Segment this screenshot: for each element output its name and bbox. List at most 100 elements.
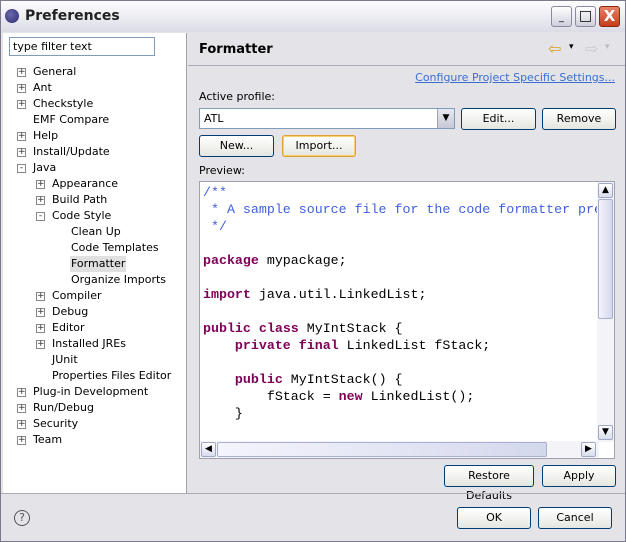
ok-button[interactable]: OK: [457, 507, 531, 529]
code-preview[interactable]: /** * A sample source file for the code …: [199, 181, 615, 459]
tree-item[interactable]: Clean Up: [70, 224, 122, 240]
apply-button[interactable]: Apply: [542, 465, 616, 487]
tree-item[interactable]: General: [32, 64, 77, 80]
tree-item[interactable]: Security: [32, 416, 79, 432]
back-icon[interactable]: ⇦: [548, 39, 561, 58]
profile-select[interactable]: ATL ▼: [199, 108, 455, 129]
tree-item[interactable]: Ant: [32, 80, 53, 96]
tree-item[interactable]: Installed JREs: [51, 336, 127, 352]
code-token: java.util.LinkedList;: [250, 287, 427, 302]
tree-item[interactable]: Plug-in Development: [32, 384, 149, 400]
expand-icon[interactable]: +: [36, 340, 45, 349]
code-token: public: [234, 372, 283, 387]
tree-item[interactable]: Formatter: [70, 256, 127, 272]
expand-icon[interactable]: +: [17, 388, 26, 397]
code-text: /** * A sample source file for the code …: [203, 184, 615, 422]
expand-icon[interactable]: +: [17, 68, 26, 77]
restore-defaults-button[interactable]: Restore Defaults: [444, 465, 534, 502]
preview-label: Preview:: [199, 164, 245, 177]
code-line: import java.util.LinkedList;: [203, 286, 614, 303]
tree-item[interactable]: Code Style: [51, 208, 112, 224]
title-bar[interactable]: Preferences _ □ X: [1, 1, 625, 32]
minimize-button[interactable]: _: [551, 6, 572, 27]
code-line: public MyIntStack() {: [203, 371, 614, 388]
chevron-down-icon[interactable]: ▼: [437, 109, 454, 128]
code-line: /**: [203, 184, 614, 201]
page-title: Formatter: [199, 42, 273, 57]
maximize-button[interactable]: □: [575, 6, 596, 27]
expand-icon[interactable]: +: [17, 148, 26, 157]
expand-icon[interactable]: +: [17, 404, 26, 413]
tree-item[interactable]: Java: [32, 160, 57, 176]
code-line: private final LinkedList fStack;: [203, 337, 614, 354]
code-token: * A sample source file for the code form…: [203, 202, 615, 217]
vertical-scrollbar[interactable]: ▲ ▼: [597, 182, 614, 442]
vertical-scroll-thumb[interactable]: [598, 199, 613, 319]
new-button[interactable]: New...: [199, 135, 274, 157]
active-profile-label: Active profile:: [199, 90, 275, 103]
code-token: MyIntStack() {: [282, 372, 403, 387]
tree-item[interactable]: Debug: [51, 304, 89, 320]
help-icon[interactable]: ?: [14, 510, 30, 526]
tree-item[interactable]: Compiler: [51, 288, 103, 304]
tree-item[interactable]: Run/Debug: [32, 400, 95, 416]
tree-item[interactable]: Organize Imports: [70, 272, 167, 288]
expand-icon[interactable]: +: [36, 324, 45, 333]
close-button[interactable]: X: [599, 6, 620, 27]
code-line: }: [203, 405, 614, 422]
code-token: /**: [203, 185, 227, 200]
remove-button[interactable]: Remove: [542, 108, 616, 130]
tree-item[interactable]: Properties Files Editor: [51, 368, 172, 384]
formatter-page: Formatter ⇦ ▾ ⇨ ▾ Configure Project Spec…: [188, 33, 625, 502]
code-line: * A sample source file for the code form…: [203, 201, 615, 218]
scroll-up-button[interactable]: ▲: [598, 183, 613, 198]
tree-item[interactable]: Editor: [51, 320, 86, 336]
import-button[interactable]: Import...: [282, 135, 356, 157]
filter-input[interactable]: [9, 37, 155, 56]
code-token: MyIntStack {: [298, 321, 403, 336]
expand-icon[interactable]: +: [17, 84, 26, 93]
tree-item[interactable]: Help: [32, 128, 59, 144]
edit-button[interactable]: Edit...: [461, 108, 536, 130]
tree-item[interactable]: EMF Compare: [32, 112, 110, 128]
configure-project-settings-link[interactable]: Configure Project Specific Settings...: [415, 71, 615, 84]
tree-item[interactable]: Install/Update: [32, 144, 111, 160]
expand-icon[interactable]: +: [17, 132, 26, 141]
tree-item[interactable]: Appearance: [51, 176, 119, 192]
scroll-down-button[interactable]: ▼: [598, 425, 613, 440]
scroll-right-button[interactable]: ▶: [581, 442, 596, 457]
code-token: new: [338, 389, 363, 404]
cancel-button[interactable]: Cancel: [538, 507, 612, 529]
expand-icon[interactable]: +: [17, 436, 26, 445]
expand-icon[interactable]: +: [17, 100, 26, 109]
tree-item[interactable]: Team: [32, 432, 63, 448]
code-token: mypackage;: [258, 253, 347, 268]
tree-item[interactable]: Code Templates: [70, 240, 160, 256]
horizontal-scrollbar[interactable]: ◀ ▶: [200, 441, 599, 458]
expand-icon[interactable]: +: [36, 180, 45, 189]
tree-item[interactable]: JUnit: [51, 352, 79, 368]
back-menu-arrow[interactable]: ▾: [569, 42, 574, 52]
expand-icon[interactable]: +: [17, 420, 26, 429]
expand-icon[interactable]: +: [36, 308, 45, 317]
window-title: Preferences: [25, 8, 120, 24]
collapse-icon[interactable]: -: [17, 164, 26, 173]
collapse-icon[interactable]: -: [36, 212, 45, 221]
forward-menu-arrow: ▾: [605, 42, 610, 52]
horizontal-scroll-thumb[interactable]: [217, 442, 547, 457]
code-token: private: [234, 338, 291, 353]
tree-item[interactable]: Build Path: [51, 192, 108, 208]
expand-icon[interactable]: +: [36, 196, 45, 205]
tree-item[interactable]: Checkstyle: [32, 96, 94, 112]
expand-icon[interactable]: +: [36, 292, 45, 301]
code-line: fStack = new LinkedList();: [203, 388, 614, 405]
scroll-left-button[interactable]: ◀: [201, 442, 216, 457]
